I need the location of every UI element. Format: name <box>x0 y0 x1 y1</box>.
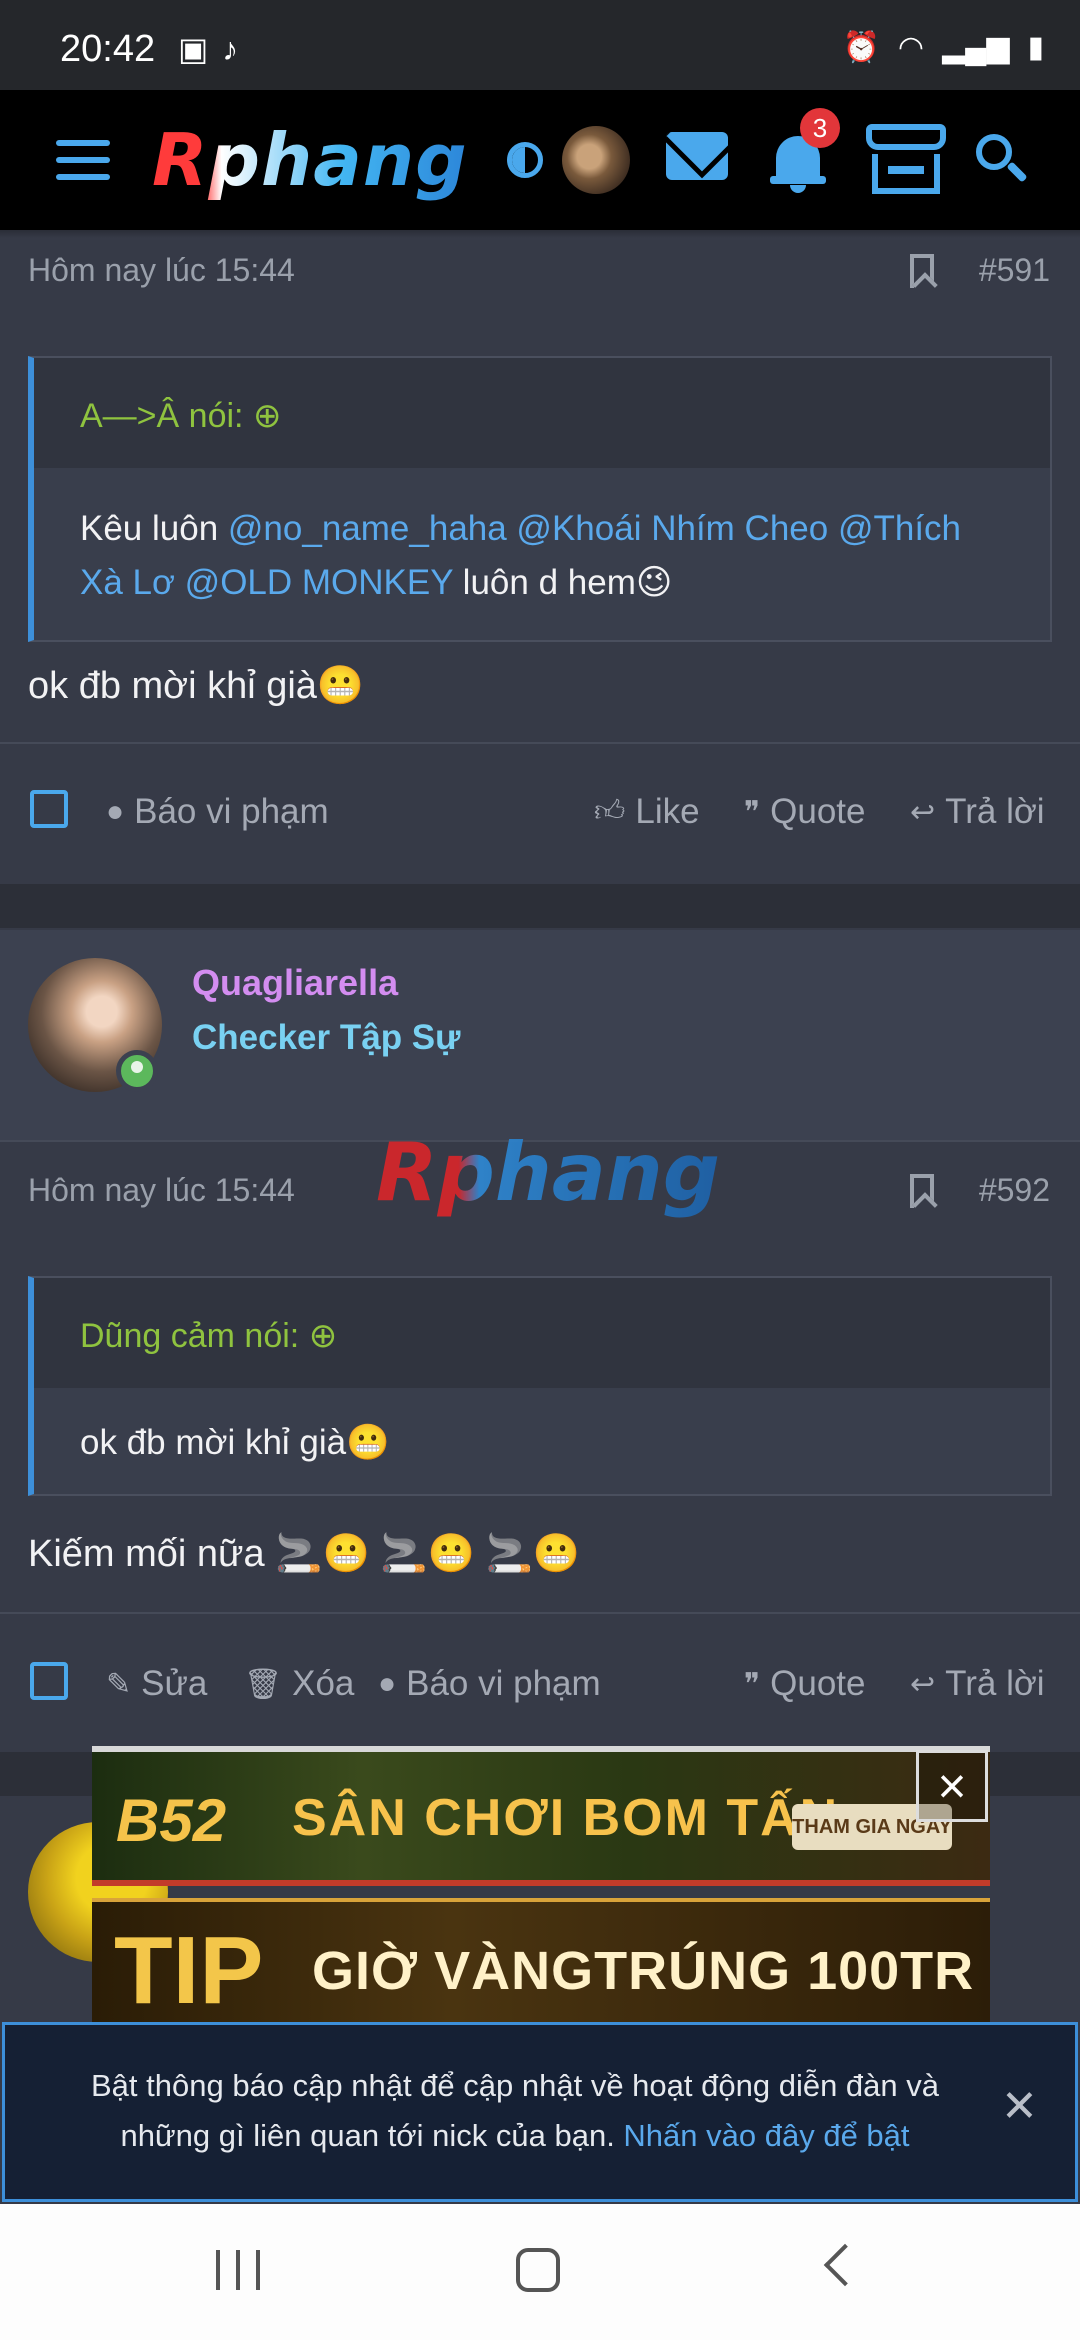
post-separator <box>0 884 1080 928</box>
reply-button[interactable]: ↩ Trả lời <box>910 1664 1045 1704</box>
post-actions: ● Báo vi phạm 👍︎ Like ❞ Quote ↩ Trả lời <box>0 780 1080 850</box>
author-name[interactable]: Quagliarella <box>192 962 398 1004</box>
quote-jump-icon[interactable]: ⊕ <box>309 1317 338 1355</box>
ad-brand: B52 <box>116 1787 227 1854</box>
quote-block: A—>Â nói: ⊕ Kêu luôn @no_name_haha @Khoá… <box>28 356 1052 642</box>
ad-text: SÂN CHƠI BOM TẤN <box>292 1789 840 1847</box>
status-bar: 20:42 ▣ ♪ ⏰ ◠ ▂▄▆ ▮ <box>0 0 1080 90</box>
mention-links-2[interactable]: Xà Lơ @OLD MONKEY <box>80 563 453 602</box>
quote-block: Dũng cảm nói: ⊕ ok đb mời khỉ già😬 <box>28 1276 1052 1496</box>
signal-icon: ▂▄▆ <box>942 31 1010 64</box>
recent-apps-icon[interactable] <box>216 2250 260 2290</box>
divider <box>0 1612 1080 1614</box>
quote-header: A—>Â nói: ⊕ <box>34 358 1050 468</box>
tiktok-icon: ♪ <box>222 31 239 67</box>
close-icon[interactable]: × <box>916 1750 988 1822</box>
quote-button[interactable]: ❞ Quote <box>744 1664 866 1704</box>
post-number[interactable]: #591 <box>979 252 1050 289</box>
site-header: Rphang 3 <box>0 90 1080 230</box>
store-icon[interactable] <box>866 124 946 194</box>
post-actions: ✎ Sửa 🗑︎ Xóa ● Báo vi phạm ❞ Quote ↩ Trả… <box>0 1652 1080 1722</box>
notification-message: Bật thông báo cập nhật để cập nhật về ho… <box>90 2068 940 2153</box>
close-icon[interactable]: ✕ <box>1001 2081 1038 2132</box>
site-watermark: Rphang <box>376 1126 721 1219</box>
quote-icon: ❞ <box>744 1667 761 1701</box>
reply-button[interactable]: ↩ Trả lời <box>910 792 1045 832</box>
notification-badge: 3 <box>800 108 840 148</box>
post-author: Quagliarella Checker Tập Sự <box>0 930 1080 1140</box>
enable-notifications-link[interactable]: Nhấn vào đây để bật <box>623 2118 909 2153</box>
ad-banner-tip[interactable]: TIP GIỜ VÀNGTRÚNG 100TR <box>92 1898 990 2024</box>
mail-icon[interactable] <box>666 132 728 180</box>
ad-banner-b52[interactable]: B52 SÂN CHƠI BOM TẤN THAM GIA NGAY <box>92 1746 990 1886</box>
wifi-icon: ◠ <box>897 31 925 64</box>
battery-icon: ▮ <box>1027 31 1044 64</box>
mention-links-1[interactable]: @no_name_haha @Khoái Nhím Cheo @Thích <box>228 509 961 548</box>
select-checkbox[interactable] <box>30 790 68 828</box>
menu-icon[interactable] <box>56 140 110 180</box>
gallery-icon: ▣ <box>178 31 209 67</box>
edit-button[interactable]: ✎ Sửa <box>106 1664 207 1704</box>
site-logo[interactable]: Rphang <box>152 118 468 202</box>
post-date[interactable]: Hôm nay lúc 15:44 <box>28 1172 295 1209</box>
quote-content: Kêu luôn @no_name_haha @Khoái Nhím Cheo … <box>80 509 962 602</box>
home-icon[interactable] <box>516 2248 560 2292</box>
online-status-icon <box>116 1050 158 1092</box>
delete-button[interactable]: 🗑︎ Xóa <box>244 1664 354 1704</box>
ad-text: GIỜ VÀNGTRÚNG 100TR <box>312 1941 975 2001</box>
trash-icon: 🗑︎ <box>244 1667 283 1701</box>
bookmark-icon[interactable] <box>910 254 934 288</box>
like-button[interactable]: 👍︎ Like <box>594 792 700 832</box>
ad-brand: TIP <box>114 1917 264 2024</box>
report-button[interactable]: ● Báo vi phạm <box>106 792 329 832</box>
post-number[interactable]: #592 <box>979 1172 1050 1209</box>
report-button[interactable]: ● Báo vi phạm <box>378 1664 601 1704</box>
theme-toggle-icon[interactable] <box>507 142 543 178</box>
bookmark-icon[interactable] <box>910 1174 934 1208</box>
author-title: Checker Tập Sự <box>192 1018 461 1057</box>
quote-icon: ❞ <box>744 795 761 829</box>
alert-icon: ● <box>378 1667 397 1700</box>
push-notification-banner: Bật thông báo cập nhật để cập nhật về ho… <box>2 2022 1078 2202</box>
alert-icon: ● <box>106 795 125 828</box>
reply-icon: ↩ <box>910 1667 936 1701</box>
quote-author[interactable]: A—>Â nói: ⊕ <box>80 396 281 436</box>
back-icon[interactable] <box>823 2243 867 2287</box>
status-time: 20:42 <box>60 28 156 70</box>
pencil-icon: ✎ <box>106 1667 132 1701</box>
search-icon[interactable] <box>976 134 1028 186</box>
quote-author[interactable]: Dũng cảm nói: ⊕ <box>80 1316 337 1356</box>
thumbs-up-icon: 👍︎ <box>594 795 626 828</box>
reply-icon: ↩ <box>910 795 936 829</box>
divider <box>0 742 1080 744</box>
quote-header: Dũng cảm nói: ⊕ <box>34 1278 1050 1388</box>
post-body: ok đb mời khỉ già😬 <box>28 665 365 707</box>
select-checkbox[interactable] <box>30 1662 68 1700</box>
post-date[interactable]: Hôm nay lúc 15:44 <box>28 252 295 289</box>
header-shadow <box>0 230 1080 238</box>
system-nav-bar <box>0 2204 1080 2340</box>
user-avatar[interactable] <box>562 126 630 194</box>
alarm-icon: ⏰ <box>842 31 880 64</box>
quote-content: ok đb mời khỉ già😬 <box>80 1423 390 1462</box>
quote-button[interactable]: ❞ Quote <box>744 792 866 832</box>
quote-jump-icon[interactable]: ⊕ <box>253 397 282 435</box>
post-body: Kiếm mối nữa 🚬😬 🚬😬 🚬😬 <box>28 1533 581 1575</box>
